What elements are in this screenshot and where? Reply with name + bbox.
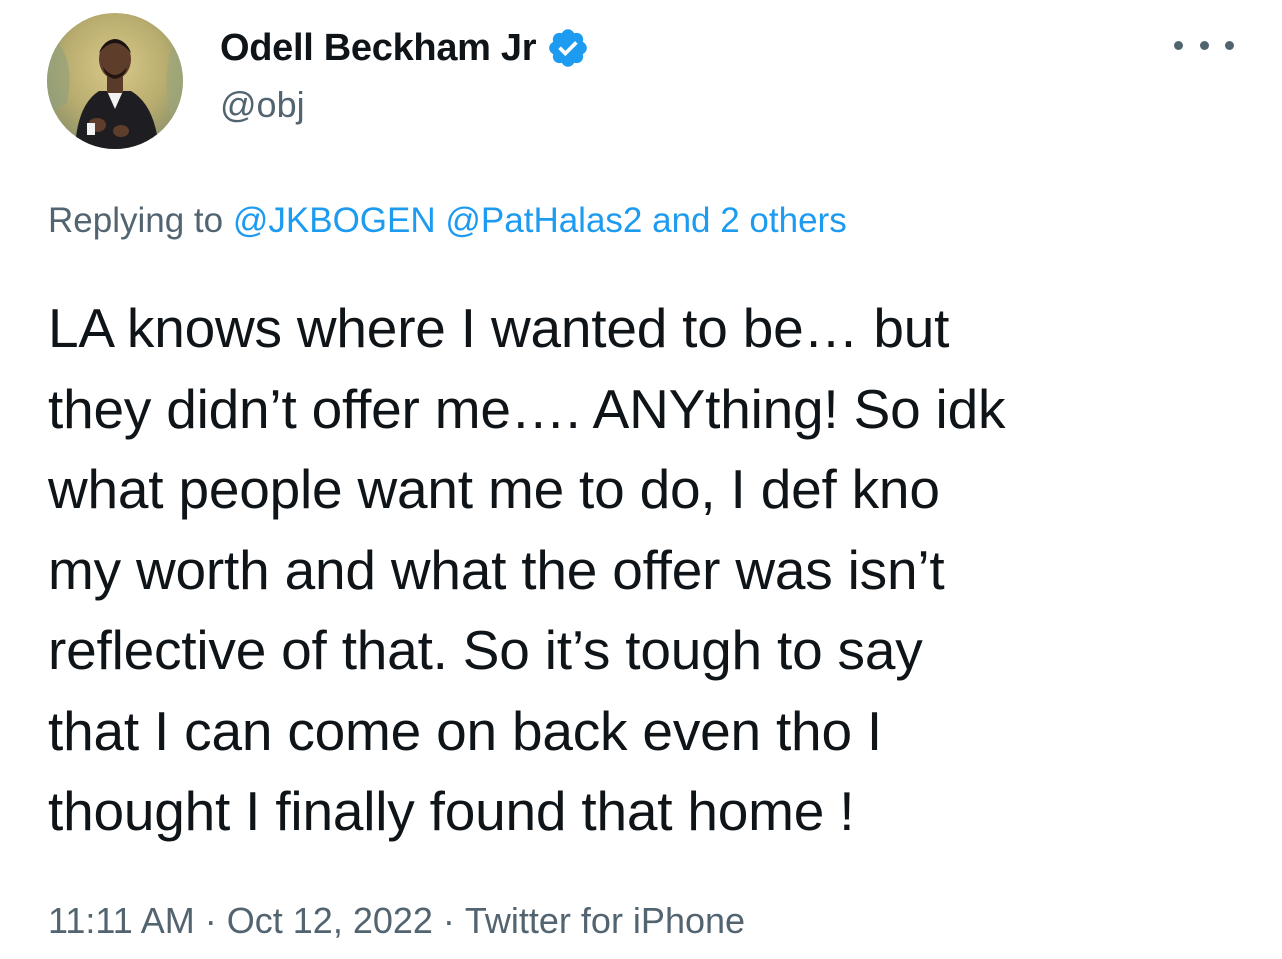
tweet-text: LA knows where I wanted to be… but they … — [48, 288, 1238, 852]
more-options-icon[interactable] — [1174, 30, 1234, 60]
author-display-name[interactable]: Odell Beckham Jr — [220, 27, 537, 70]
tweet-text-line: my worth and what the offer was isn’t — [48, 538, 945, 601]
replying-to-line: Replying to @JKBOGEN @PatHalas2 and 2 ot… — [48, 201, 847, 241]
tweet-source: Twitter for iPhone — [464, 900, 746, 941]
replying-to-label: Replying to — [48, 201, 224, 240]
separator: · — [442, 900, 455, 941]
others-link[interactable]: and 2 others — [652, 201, 847, 240]
author-handle[interactable]: @obj — [220, 84, 305, 126]
tweet-text-line: that I can come on back even tho I — [48, 699, 882, 762]
tweet-card: Odell Beckham Jr @obj Replying to @JKBOG… — [0, 0, 1282, 959]
verified-badge-icon — [546, 26, 590, 70]
dot — [1225, 40, 1234, 50]
dot — [1174, 40, 1183, 50]
tweet-text-line: what people want me to do, I def kno — [48, 458, 940, 520]
separator: · — [204, 900, 217, 941]
author-name-row[interactable]: Odell Beckham Jr — [220, 26, 590, 70]
tweet-text-line: they didn’t offer me…. ANYthing! So idk — [48, 377, 1006, 440]
tweet-text-line: thought I finally found that home ! — [48, 780, 855, 842]
avatar[interactable] — [47, 13, 183, 149]
dot — [1199, 40, 1209, 50]
tweet-time[interactable]: 11:11 AM — [48, 900, 195, 941]
tweet-text-line: reflective of that. So it’s tough to say — [48, 619, 923, 681]
tweet-meta: 11:11 AM · Oct 12, 2022 · Twitter for iPhone — [48, 900, 745, 942]
tweet-date[interactable]: Oct 12, 2022 — [227, 900, 433, 941]
mention-link[interactable]: @PatHalas2 — [445, 201, 642, 240]
mention-link[interactable]: @JKBOGEN — [233, 201, 436, 240]
tweet-text-line: LA knows where I wanted to be… but — [48, 297, 950, 359]
